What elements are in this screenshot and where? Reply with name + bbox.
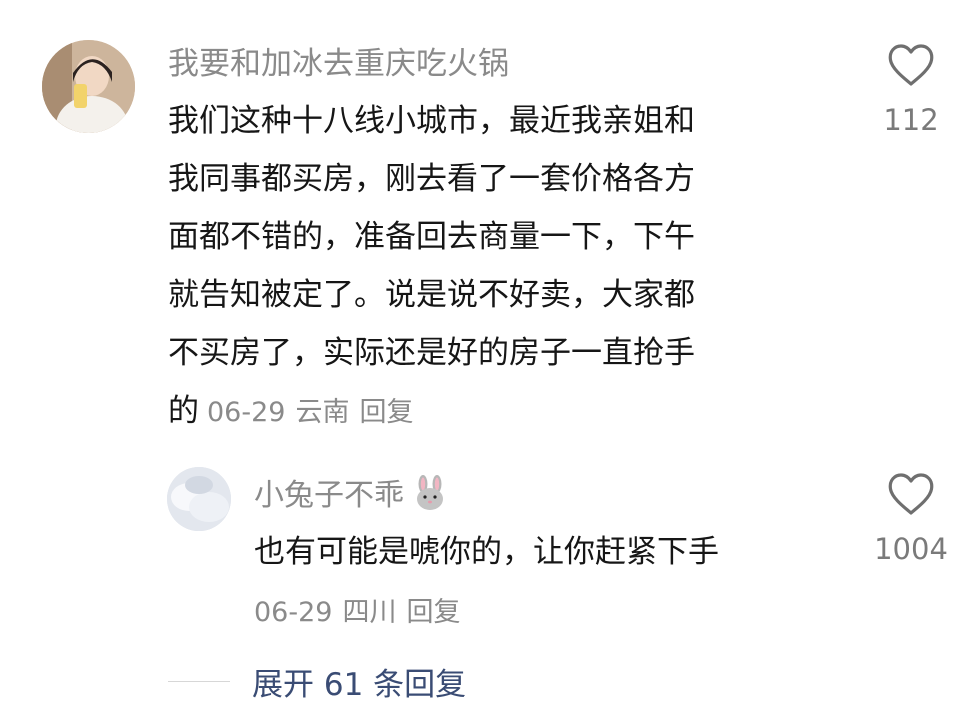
comment-line: 我们这种十八线小城市，最近我亲姐和 [168,103,695,139]
comment-reply-button[interactable]: 回复 [359,397,413,428]
reply-body: 也有可能是唬你的，让你赶紧下手 [254,534,719,570]
comment-location: 云南 [295,397,350,428]
comment-line: 面都不错的，准备回去商量一下，下午 [168,219,695,255]
avatar-photo-icon [42,40,135,133]
comment-meta: 06-29 云南 回复 [207,397,423,428]
replier-avatar[interactable] [167,467,231,531]
comment-thread: 我要和加冰去重庆吃火锅 我们这种十八线小城市，最近我亲姐和 我同事都买房，刚去看… [0,0,979,725]
avatar-photo-icon [167,467,231,531]
commenter-username[interactable]: 我要和加冰去重庆吃火锅 [168,38,509,83]
reply-location: 四川 [342,597,397,628]
comment-like-button[interactable]: 112 [856,43,966,137]
reply-date: 06-29 [254,597,333,628]
heart-icon [888,44,934,86]
expand-replies-label[interactable]: 展开 61 条回复 [252,659,466,704]
reply-meta: 06-29 四川 回复 [254,590,470,629]
comment-date: 06-29 [207,397,286,428]
rabbit-face-icon [417,475,443,510]
replier-username[interactable]: 小兔子不乖 [254,478,404,513]
comment-line: 就告知被定了。说是说不好卖，大家都 [168,277,695,313]
comment-like-count: 112 [883,103,939,137]
expand-divider [168,680,230,682]
heart-icon [888,473,934,515]
comment-line: 不买房了，实际还是好的房子一直抢手 [168,335,695,371]
comment-line: 我同事都买房，刚去看了一套价格各方 [168,161,695,197]
comment-line-last: 的 06-29 云南 回复 [168,382,828,442]
comment-body: 我们这种十八线小城市，最近我亲姐和 我同事都买房，刚去看了一套价格各方 面都不错… [168,92,828,442]
reply-like-count: 1004 [874,532,948,566]
replier-username-row[interactable]: 小兔子不乖 [254,470,448,514]
comment-line-text: 的 [168,393,199,429]
commenter-avatar[interactable] [42,40,135,133]
reply-reply-button[interactable]: 回复 [406,597,460,628]
expand-replies-button[interactable]: 展开 61 条回复 [168,656,466,706]
reply-like-button[interactable]: 1004 [856,472,966,566]
